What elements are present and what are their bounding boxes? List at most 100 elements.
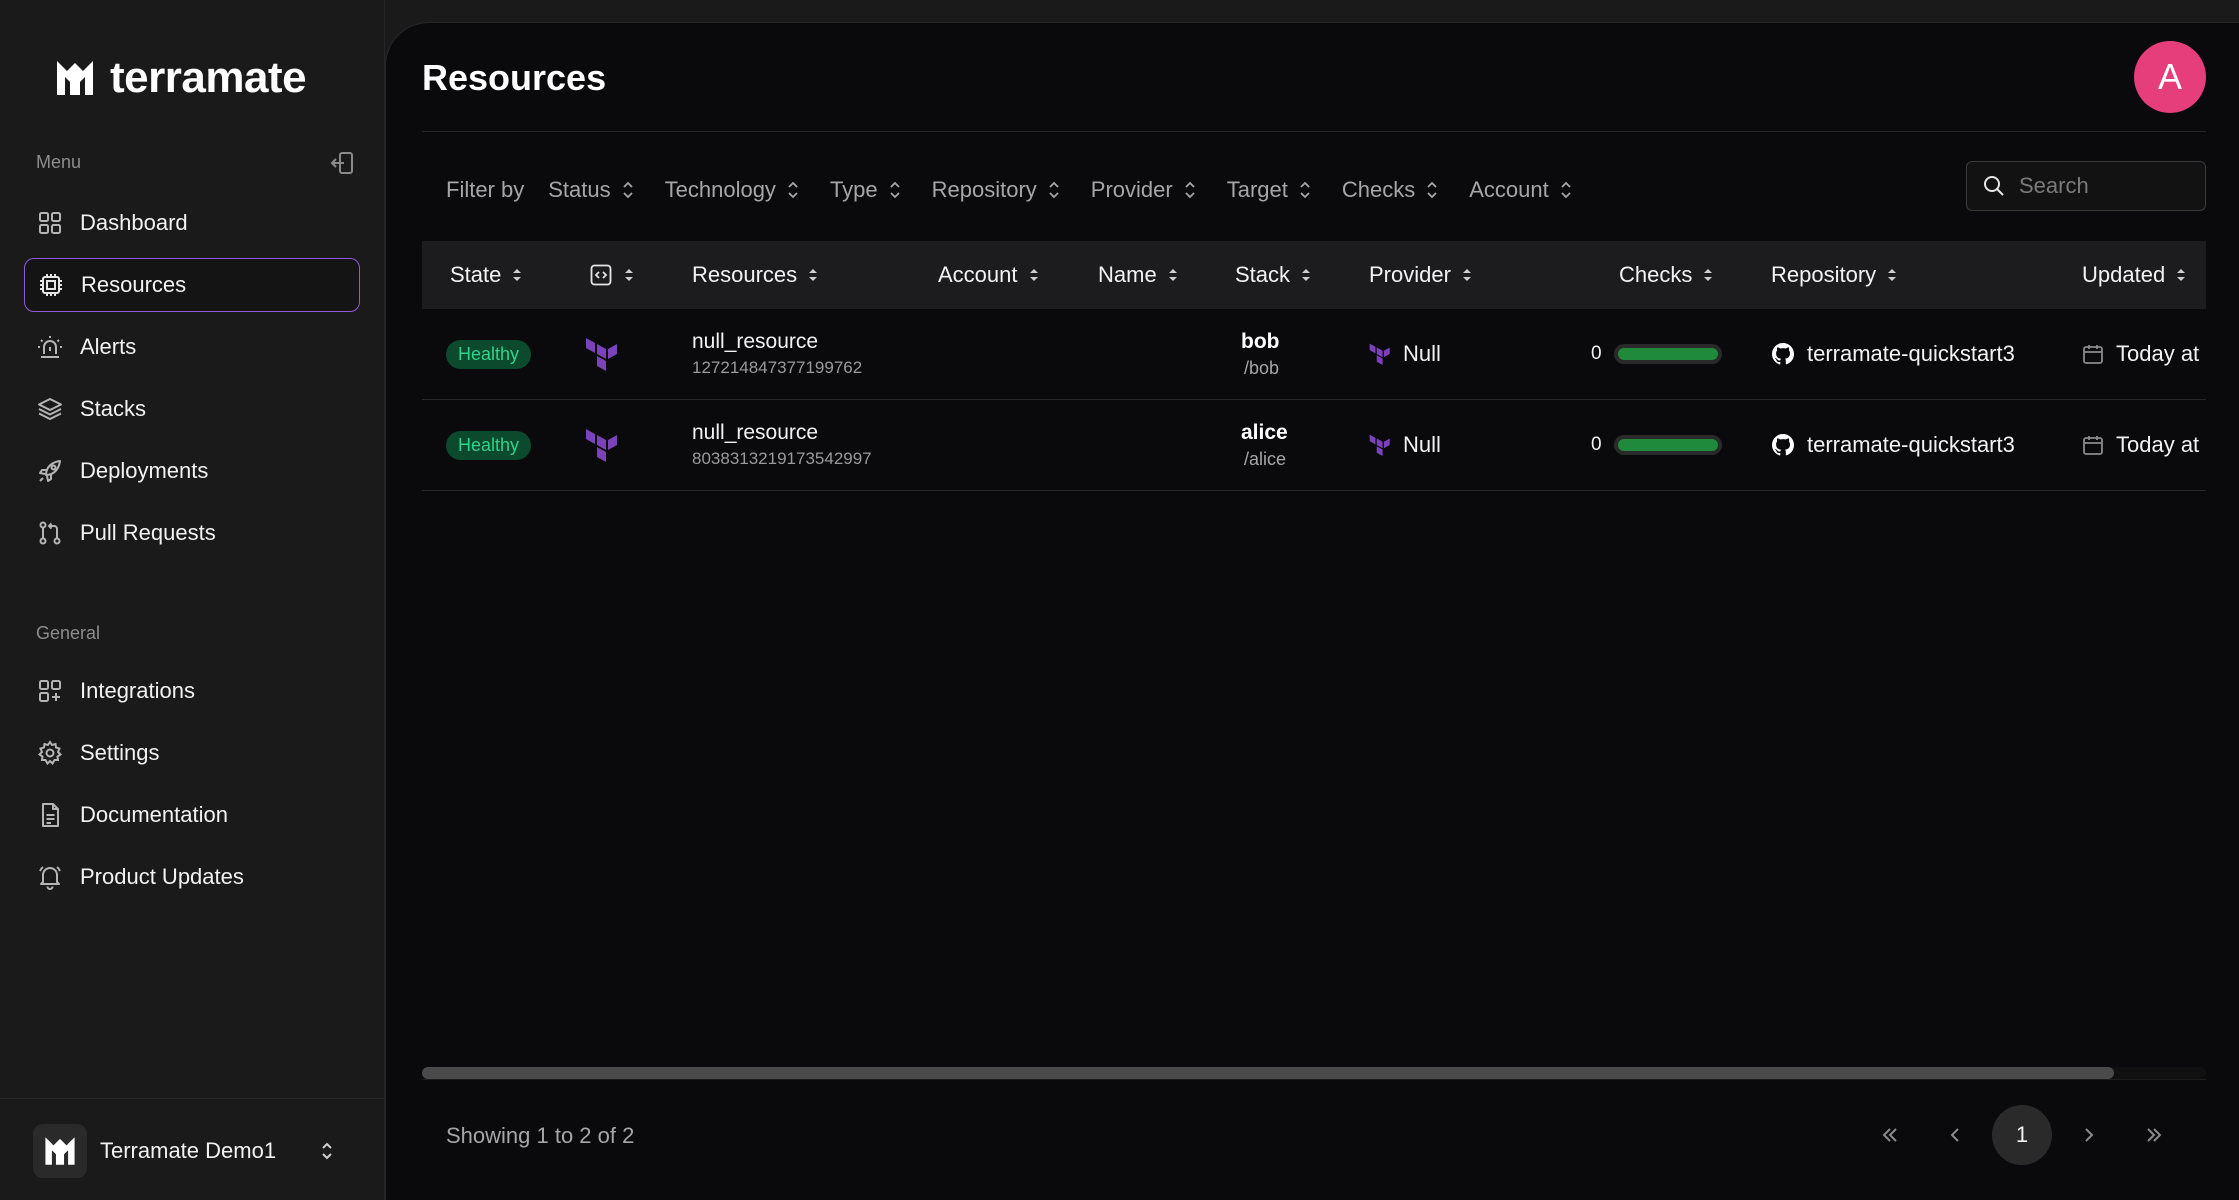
checks-progress-fill: [1617, 348, 1718, 360]
terraform-icon: [1369, 434, 1390, 456]
organization-name: Terramate Demo1: [100, 1138, 277, 1163]
repository-name[interactable]: terramate-quickstart3: [1807, 432, 2015, 458]
user-avatar[interactable]: A: [2134, 41, 2206, 113]
column-header-provider[interactable]: Provider: [1369, 241, 1473, 309]
first-page-button[interactable]: [1860, 1105, 1920, 1165]
chevron-up-down-icon[interactable]: [316, 1139, 338, 1163]
sidebar-item-label: Product Updates: [80, 864, 244, 889]
horizontal-scrollbar[interactable]: [422, 1067, 2206, 1079]
filter-technology[interactable]: Technology: [665, 177, 800, 203]
filter-item-label: Account: [1469, 177, 1549, 202]
last-page-button[interactable]: [2124, 1105, 2184, 1165]
sidebar-item-product-updates[interactable]: Product Updates: [24, 850, 360, 904]
filter-type[interactable]: Type: [830, 177, 902, 203]
repository-cell: terramate-quickstart3: [1771, 309, 2015, 399]
terramate-logo[interactable]: terramate: [54, 53, 307, 102]
chevron-up-down-icon: [890, 181, 900, 199]
updated-cell: Today at: [2082, 309, 2199, 399]
sidebar-item-deployments[interactable]: Deployments: [24, 444, 360, 498]
organization-avatar: [33, 1124, 87, 1178]
github-icon: [1772, 434, 1794, 456]
status-badge: Healthy: [446, 339, 532, 369]
resource-cell: null_resource 8038313219173542997: [692, 400, 872, 490]
filter-status[interactable]: Status: [548, 177, 634, 203]
column-header-stack[interactable]: Stack: [1235, 241, 1312, 309]
stack-name[interactable]: alice: [1241, 421, 1288, 445]
collapse-sidebar-button[interactable]: [328, 149, 356, 177]
previous-page-button[interactable]: [1926, 1105, 1986, 1165]
stack-name[interactable]: bob: [1241, 330, 1279, 354]
stack-path: /bob: [1244, 357, 1280, 378]
filter-checks[interactable]: Checks: [1342, 177, 1439, 203]
github-icon: [1772, 343, 1794, 365]
technology-cell: [585, 309, 619, 399]
terraform-icon: [586, 429, 617, 462]
filter-item-label: Technology: [664, 177, 776, 202]
resource-name[interactable]: null_resource: [692, 330, 862, 354]
column-header-state[interactable]: State: [450, 241, 523, 309]
filter-target[interactable]: Target: [1227, 177, 1312, 203]
column-header-checks[interactable]: Checks: [1619, 241, 1714, 309]
sidebar-item-label: Deployments: [80, 458, 209, 483]
column-header-repository[interactable]: Repository: [1771, 241, 1898, 309]
sidebar-item-resources[interactable]: Resources: [24, 258, 360, 312]
filter-bar: Filter by Status Technology Type Reposit…: [446, 173, 1603, 207]
sidebar-item-label: Settings: [80, 740, 160, 765]
layers-icon: [36, 395, 64, 423]
chevron-right-icon: [2085, 1128, 2094, 1142]
stack-cell: alice /alice: [1241, 400, 1288, 490]
app-name: terramate: [110, 53, 307, 102]
sidebar-item-pull-requests[interactable]: Pull Requests: [24, 506, 360, 560]
sidebar-item-dashboard[interactable]: Dashboard: [24, 196, 360, 250]
search-box[interactable]: [1966, 161, 2206, 211]
filter-provider[interactable]: Provider: [1091, 177, 1197, 203]
resource-name[interactable]: null_resource: [692, 421, 872, 445]
page-title: Resources: [422, 57, 607, 98]
provider-cell: Null: [1369, 309, 1441, 399]
technology-cell: [585, 400, 619, 490]
column-label: Updated: [2082, 262, 2166, 287]
sidebar-item-settings[interactable]: Settings: [24, 726, 360, 780]
sort-icon: [1462, 269, 1471, 281]
chevron-up-down-icon: [1185, 181, 1195, 199]
search-input[interactable]: [2019, 173, 2179, 199]
column-header-technology[interactable]: [589, 241, 635, 309]
column-header-updated[interactable]: Updated: [2082, 241, 2187, 309]
column-header-resources[interactable]: Resources: [692, 241, 819, 309]
table-row[interactable]: Healthy null_resource 127214847377199762…: [422, 309, 2206, 400]
sidebar-item-integrations[interactable]: Integrations: [24, 664, 360, 718]
stack-cell: bob /bob: [1241, 309, 1279, 399]
scrollbar-thumb[interactable]: [422, 1067, 2114, 1079]
sidebar-item-alerts[interactable]: Alerts: [24, 320, 360, 374]
checks-cell: 0: [1591, 400, 1722, 490]
sort-icon: [1168, 269, 1177, 281]
page-button-current[interactable]: 1: [1992, 1105, 2052, 1165]
column-header-account[interactable]: Account: [938, 241, 1040, 309]
checks-progress-bar: [1613, 344, 1722, 364]
state-cell: Healthy: [446, 400, 532, 490]
checks-count: 0: [1591, 343, 1602, 364]
column-label: Account: [938, 262, 1018, 287]
calendar-icon: [2083, 436, 2103, 455]
main-panel: Resources A Filter by Status Technology …: [385, 22, 2239, 1200]
next-page-button[interactable]: [2058, 1105, 2118, 1165]
chip-icon: [37, 271, 65, 299]
checks-progress-bar: [1613, 435, 1722, 455]
chevron-up-down-icon: [622, 181, 633, 199]
filter-account[interactable]: Account: [1469, 177, 1573, 203]
sort-icon: [625, 269, 633, 281]
filter-item-label: Repository: [931, 177, 1037, 202]
filter-repository[interactable]: Repository: [932, 177, 1061, 203]
sidebar-item-documentation[interactable]: Documentation: [24, 788, 360, 842]
table-row[interactable]: Healthy null_resource 803831321917354299…: [422, 400, 2206, 491]
repository-name[interactable]: terramate-quickstart3: [1807, 341, 2015, 367]
organization-switcher[interactable]: Terramate Demo1: [0, 1098, 385, 1200]
state-cell: Healthy: [446, 309, 532, 399]
column-label: Provider: [1369, 262, 1451, 287]
sidebar-item-stacks[interactable]: Stacks: [24, 382, 360, 436]
column-label: State: [450, 262, 502, 287]
column-header-name[interactable]: Name: [1098, 241, 1179, 309]
grid-plus-icon: [36, 677, 64, 705]
menu-section-label: Menu: [36, 152, 82, 172]
provider-name: Null: [1403, 432, 1441, 457]
